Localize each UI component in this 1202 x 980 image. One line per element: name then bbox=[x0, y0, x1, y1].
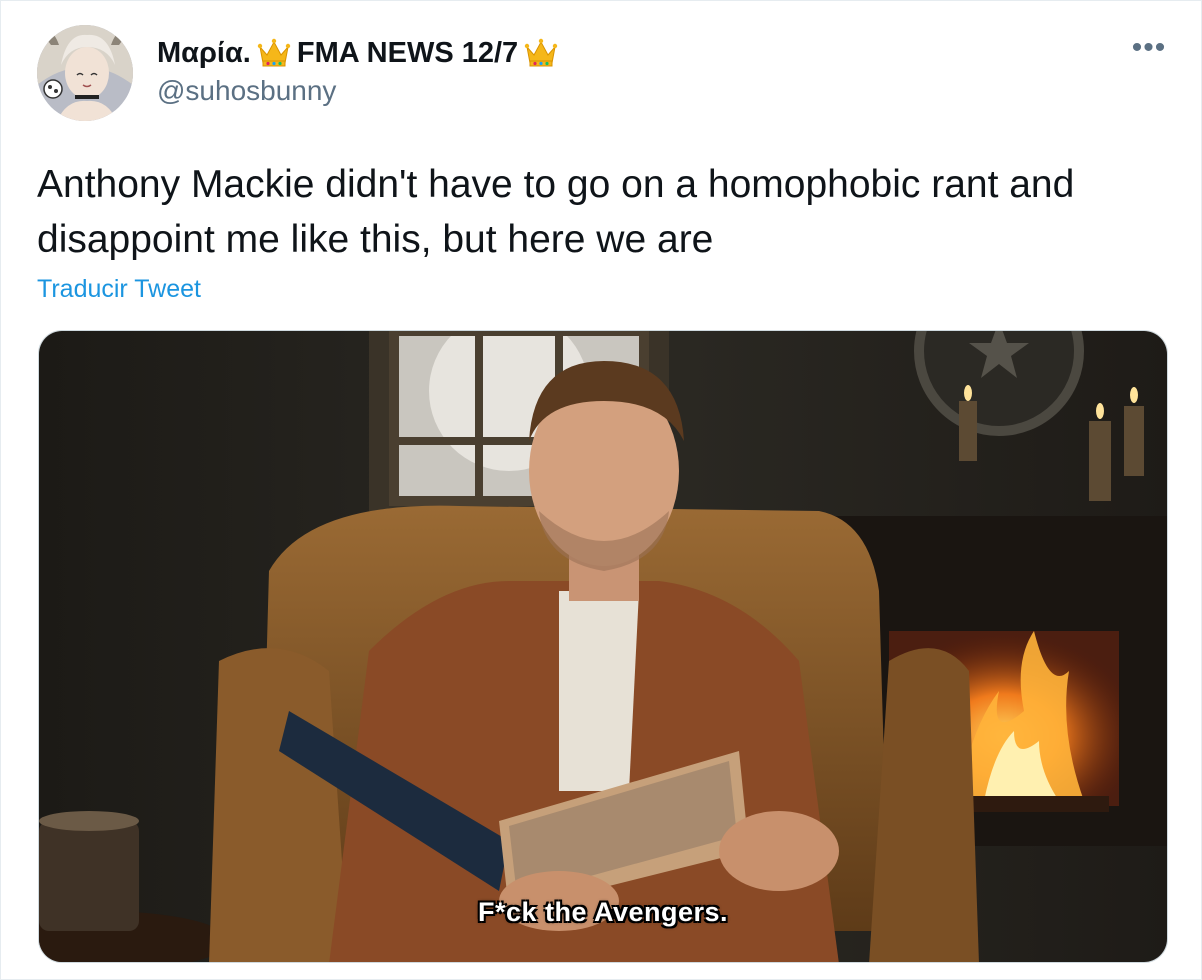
more-options-button[interactable]: ••• bbox=[1129, 33, 1169, 63]
crown-icon bbox=[524, 37, 558, 69]
crown-icon bbox=[257, 37, 291, 69]
avatar[interactable] bbox=[37, 25, 133, 121]
video-caption: F*ck the Avengers. bbox=[477, 897, 729, 927]
tweet-text: Anthony Mackie didn't have to go on a ho… bbox=[37, 163, 1075, 261]
more-horizontal-icon: ••• bbox=[1131, 31, 1167, 64]
tweet-card: Μαρία. FMA NEWS 12/7 @suhosbunny ••• Ant… bbox=[0, 0, 1202, 980]
media-scene bbox=[39, 331, 1167, 962]
tweet-media-image[interactable]: F*ck the Avengers. bbox=[38, 330, 1168, 963]
display-name-suffix[interactable]: FMA NEWS 12/7 bbox=[297, 37, 518, 70]
display-name[interactable]: Μαρία. bbox=[157, 37, 251, 70]
user-handle[interactable]: @suhosbunny bbox=[157, 75, 336, 107]
display-name-row[interactable]: Μαρία. FMA NEWS 12/7 bbox=[157, 33, 558, 73]
translate-tweet-link[interactable]: Traducir Tweet bbox=[37, 275, 201, 304]
